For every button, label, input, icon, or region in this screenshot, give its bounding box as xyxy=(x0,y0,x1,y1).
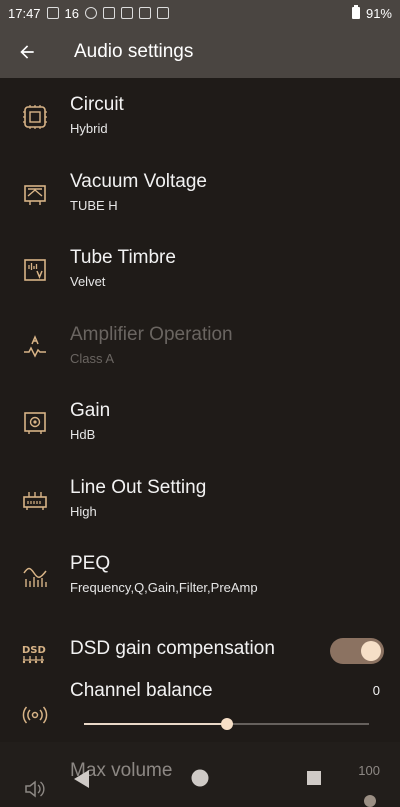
arrow-left-icon xyxy=(20,45,34,59)
app-bar: Audio settings xyxy=(0,26,400,78)
balance-value: 0 xyxy=(372,683,380,698)
status-battery: 91% xyxy=(365,5,392,21)
gain-icon xyxy=(20,408,50,438)
circle-home-icon xyxy=(191,769,209,787)
triangle-back-icon xyxy=(74,770,89,788)
app-icon xyxy=(103,7,116,19)
status-bar: 17:47 16 91% xyxy=(0,0,400,26)
slider-fill xyxy=(84,723,227,725)
setting-value: TUBE H xyxy=(70,197,118,213)
toggle-knob xyxy=(361,640,381,661)
peq-icon xyxy=(20,561,50,591)
svg-text:DSD: DSD xyxy=(22,645,46,656)
navigation-bar xyxy=(0,760,400,800)
setting-label: Vacuum Voltage xyxy=(70,170,207,192)
slider-thumb[interactable] xyxy=(220,718,233,730)
balance-label: Channel balance xyxy=(70,680,213,701)
dsd-gain-toggle[interactable] xyxy=(330,637,384,664)
settings-icon xyxy=(121,7,134,19)
timbre-wave-icon xyxy=(20,255,50,285)
square-recent-icon xyxy=(307,771,321,785)
line-out-icon xyxy=(20,485,50,515)
page-title: Audio settings xyxy=(74,41,194,62)
setting-tube-timbre[interactable]: Tube Timbre Velvet xyxy=(0,231,400,308)
setting-label: Amplifier Operation xyxy=(70,323,233,345)
setting-label: Circuit xyxy=(70,94,124,115)
setting-label: Tube Timbre xyxy=(70,247,176,268)
setting-label: DSD gain compensation xyxy=(70,637,275,659)
setting-value: High xyxy=(70,503,97,519)
nav-recent-button[interactable] xyxy=(305,769,323,787)
setting-circuit[interactable]: Circuit Hybrid xyxy=(0,78,400,155)
image-icon xyxy=(157,7,170,19)
status-notification-count: 16 xyxy=(64,5,80,21)
vacuum-tube-icon xyxy=(20,179,50,209)
balance-slider[interactable] xyxy=(84,717,369,731)
setting-value: Class A xyxy=(70,350,115,366)
setting-value: HdB xyxy=(70,427,96,442)
setting-label: Gain xyxy=(70,400,111,421)
setting-value: Hybrid xyxy=(70,121,108,136)
amplifier-icon xyxy=(20,332,50,362)
balance-icon xyxy=(20,700,50,730)
setting-line-out[interactable]: Line Out Setting High xyxy=(0,461,400,538)
status-time: 17:47 xyxy=(8,5,41,21)
setting-value: Frequency,Q,Gain,Filter,PreAmp xyxy=(70,580,258,595)
setting-value: Velvet xyxy=(70,274,106,289)
battery-icon xyxy=(351,5,360,19)
back-button[interactable] xyxy=(0,26,54,78)
wave-icon xyxy=(139,7,152,19)
notification-icon xyxy=(85,7,98,19)
nav-home-button[interactable] xyxy=(190,768,210,788)
setting-label: Line Out Setting xyxy=(70,476,207,498)
setting-gain[interactable]: Gain HdB xyxy=(0,384,400,461)
setting-vacuum-voltage[interactable]: Vacuum Voltage TUBE H xyxy=(0,155,400,232)
setting-amplifier-operation: Amplifier Operation Class A xyxy=(0,308,400,385)
setting-peq[interactable]: PEQ Frequency,Q,Gain,Filter,PreAmp xyxy=(0,537,400,614)
settings-list: Circuit Hybrid Vacuum Voltage TUBE H Tub… xyxy=(0,78,400,690)
vibrate-icon xyxy=(46,7,59,19)
circuit-chip-icon xyxy=(20,102,50,132)
setting-channel-balance: Channel balance 0 xyxy=(0,662,400,742)
setting-label: PEQ xyxy=(70,553,111,574)
nav-back-button[interactable] xyxy=(70,768,92,790)
